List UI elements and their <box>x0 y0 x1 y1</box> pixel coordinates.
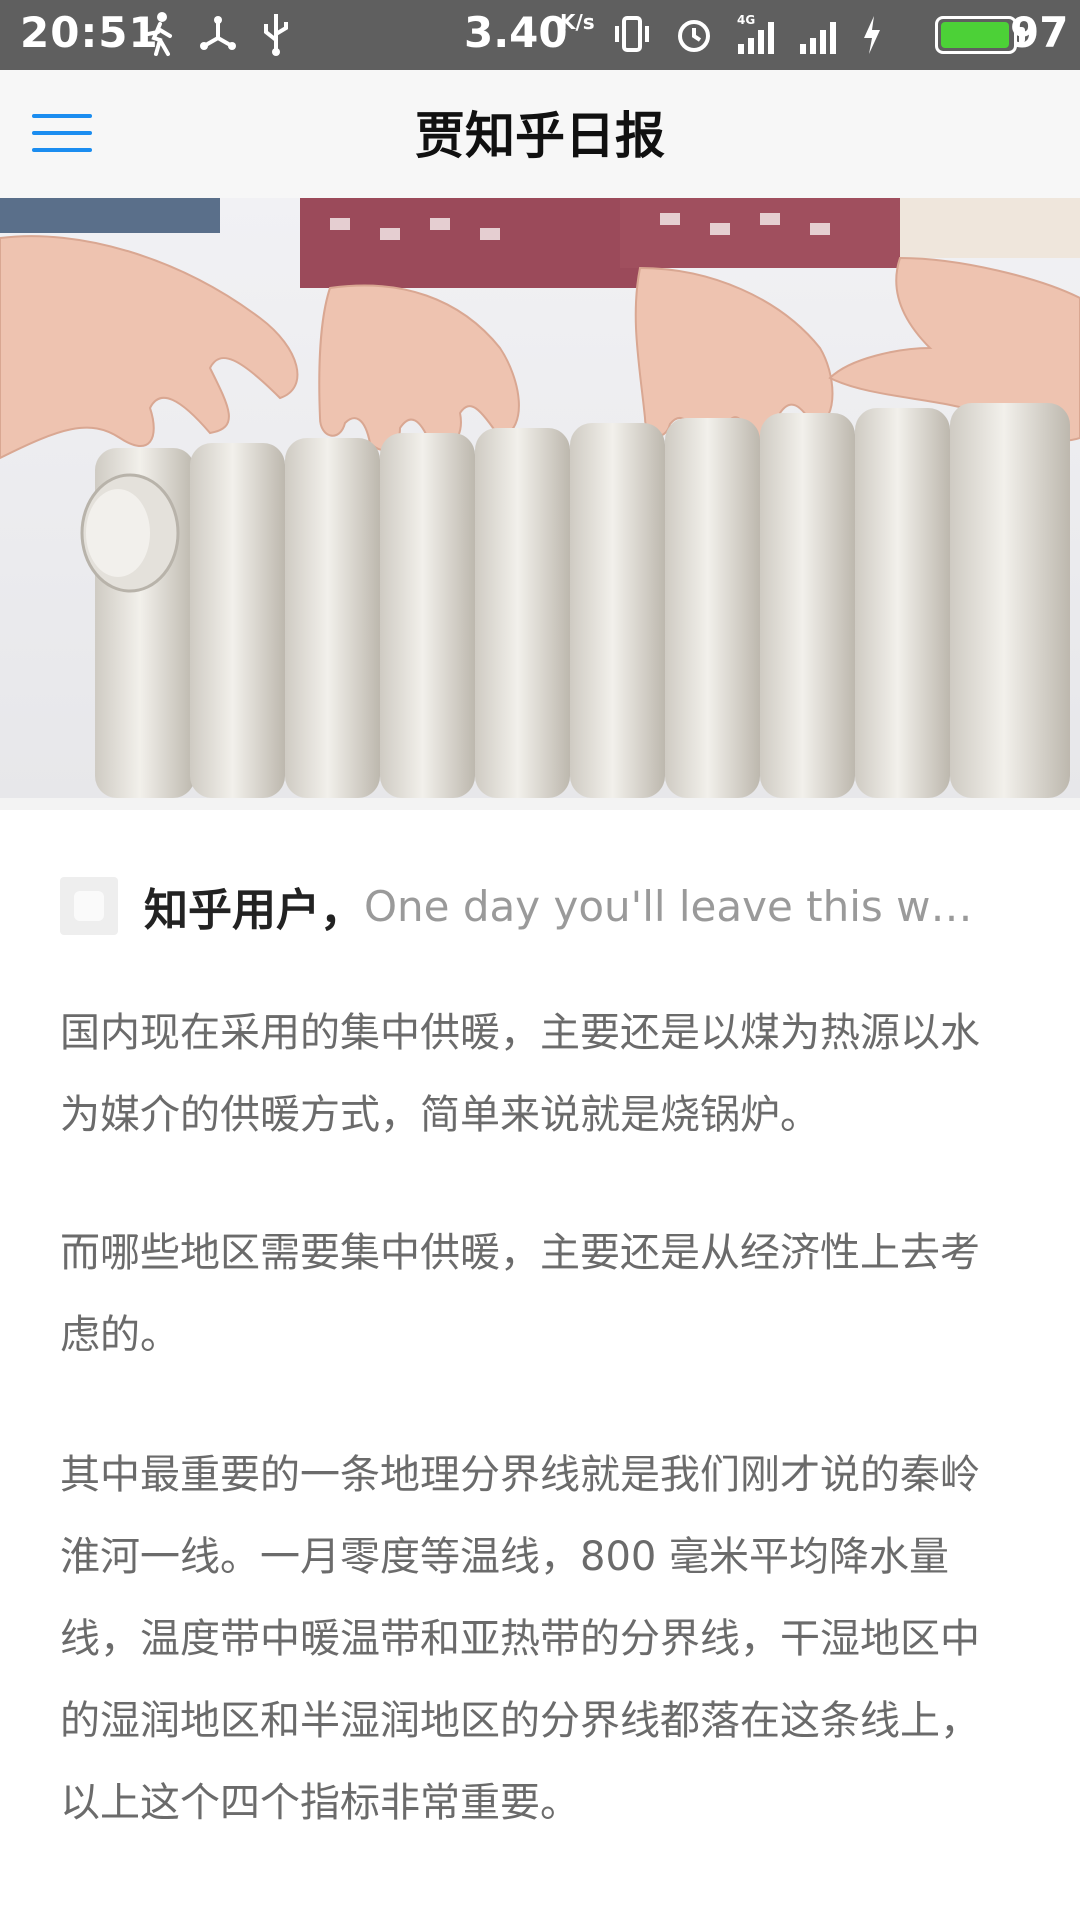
signal-icon <box>800 22 836 54</box>
network-speed: 3.40 <box>464 8 568 57</box>
app-title: 贾知乎日报 <box>415 107 665 165</box>
walk-icon <box>146 12 172 56</box>
author-row[interactable]: 知乎用户， One day you'll leave this world be… <box>60 876 1020 936</box>
status-time: 20:51 <box>20 8 159 57</box>
avatar[interactable] <box>60 877 118 935</box>
author-bio: One day you'll leave this world behind s… <box>364 881 994 931</box>
network-speed-unit: K/s <box>560 10 595 34</box>
battery-percent: 97 <box>1010 8 1069 57</box>
svg-text:4G: 4G <box>737 13 755 27</box>
hero-image[interactable] <box>0 198 1080 798</box>
charging-icon <box>864 16 880 54</box>
alarm-icon <box>678 20 710 52</box>
signal-4g-icon: 4G <box>737 13 774 54</box>
status-right-icons: 4G <box>612 10 884 58</box>
avatar-figure <box>74 891 104 921</box>
radiator-hands-illustration <box>0 198 1080 798</box>
author-name[interactable]: 知乎用户， <box>144 874 364 938</box>
hero-divider <box>0 798 1080 810</box>
article-paragraph: 其中最重要的一条地理分界线就是我们刚才说的秦岭淮河一线。一月零度等温线，800 … <box>60 1452 980 1826</box>
status-bar: 20:51 3.40 K/s 4G 97 <box>0 0 1080 70</box>
article-paragraph: 而哪些地区需要集中供暖，主要还是从经济性上去考虑的。 <box>60 1230 980 1358</box>
usb-icon <box>264 14 288 56</box>
article-paragraph: 国内现在采用的集中供暖，主要还是以煤为热源以水为媒介的供暖方式，简单来说就是烧锅… <box>60 1010 980 1138</box>
vibrate-icon <box>615 16 649 52</box>
status-left-icons <box>140 10 296 58</box>
app-bar: 贾知乎日报 <box>0 70 1080 199</box>
battery-fill <box>941 22 1009 48</box>
share-icon <box>200 16 236 50</box>
